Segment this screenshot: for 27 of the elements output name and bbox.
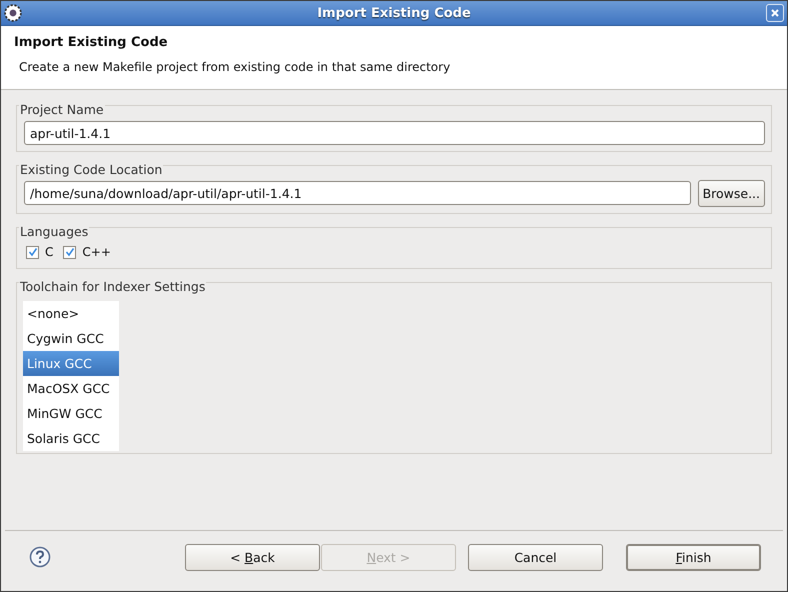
group-label: Existing Code Location — [19, 162, 164, 177]
page-title: Import Existing Code — [14, 35, 169, 50]
checkbox[interactable] — [26, 246, 39, 258]
location-field[interactable]: /home/suna/download/apr-util/apr-util-1.4.1 — [24, 181, 691, 205]
list-item[interactable]: MacOSX GCC — [23, 376, 119, 401]
list-item[interactable]: MinGW GCC — [23, 401, 119, 426]
group-label: Project Name — [19, 102, 105, 117]
close-button[interactable] — [766, 4, 784, 22]
wizard-button[interactable]: Finish — [626, 544, 761, 570]
gear-icon — [4, 4, 22, 22]
page-description: Create a new Makefile project from existing code in that same directory — [18, 60, 452, 74]
checkbox-label: C++ — [82, 245, 111, 259]
project-name-field[interactable]: apr-util-1.4.1 — [24, 121, 765, 145]
list-item[interactable]: Cygwin GCC — [23, 326, 119, 351]
wizard-button[interactable]: < Back — [185, 544, 320, 570]
list-item[interactable]: Solaris GCC — [23, 426, 119, 451]
checkbox[interactable] — [63, 246, 76, 258]
help-icon[interactable] — [29, 546, 51, 568]
list-item[interactable]: Linux GCC — [23, 351, 119, 376]
browse-button[interactable]: Browse... — [698, 180, 765, 207]
group-label: Languages — [19, 224, 90, 239]
group-label: Toolchain for Indexer Settings — [19, 279, 206, 294]
wizard-button[interactable]: Cancel — [468, 544, 603, 570]
window-title: Import Existing Code — [316, 6, 472, 20]
close-icon — [770, 8, 780, 18]
checkbox-label: C — [45, 245, 54, 259]
list-item[interactable]: <none> — [23, 301, 119, 326]
